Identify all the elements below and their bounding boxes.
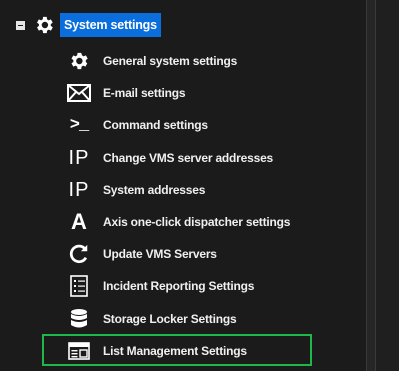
settings-tree-panel: System settings General system settings …	[0, 0, 367, 371]
axis-a-icon: A	[71, 209, 87, 235]
tree-item-label: Command settings	[103, 118, 208, 133]
tree-item-update-vms-servers[interactable]: Update VMS Servers	[66, 238, 290, 270]
tree-item-email-settings[interactable]: E-mail settings	[66, 77, 290, 109]
tree-item-axis-one-click-dispatcher-settings[interactable]: A Axis one-click dispatcher settings	[66, 206, 290, 238]
envelope-icon	[66, 80, 92, 106]
tree-item-system-addresses[interactable]: IP System addresses	[66, 174, 290, 206]
ip-icon: IP	[68, 178, 90, 201]
settings-list: General system settings E-mail settings …	[66, 45, 290, 367]
tree-item-label: Storage Locker Settings	[103, 311, 237, 326]
tree-item-label: Incident Reporting Settings	[103, 279, 255, 294]
database-icon	[66, 306, 92, 332]
tree-item-command-settings[interactable]: >_ Command settings	[66, 109, 290, 141]
report-list-icon	[66, 273, 92, 299]
collapse-toggle-icon[interactable]	[16, 20, 25, 30]
highlight-box	[42, 334, 312, 366]
tree-item-label: System addresses	[103, 182, 206, 197]
right-pane	[376, 0, 399, 371]
tree-root-system-settings[interactable]: System settings	[16, 12, 161, 38]
gear-icon	[33, 14, 55, 36]
refresh-icon	[66, 241, 92, 267]
terminal-prompt-icon: >_	[69, 115, 89, 135]
tree-item-label: Change VMS server addresses	[103, 150, 274, 165]
tree-item-incident-reporting-settings[interactable]: Incident Reporting Settings	[66, 270, 290, 302]
ip-icon: IP	[68, 146, 90, 169]
pane-splitter[interactable]	[366, 0, 376, 371]
tree-item-label: Update VMS Servers	[103, 247, 217, 262]
tree-item-storage-locker-settings[interactable]: Storage Locker Settings	[66, 303, 290, 335]
tree-item-change-vms-server-addresses[interactable]: IP Change VMS server addresses	[66, 142, 290, 174]
tree-item-label: Axis one-click dispatcher settings	[103, 215, 291, 230]
tree-root-label[interactable]: System settings	[60, 13, 161, 37]
gear-icon	[66, 48, 92, 74]
tree-item-general-system-settings[interactable]: General system settings	[66, 45, 290, 77]
tree-item-label: General system settings	[103, 54, 238, 69]
tree-item-label: E-mail settings	[103, 86, 186, 101]
